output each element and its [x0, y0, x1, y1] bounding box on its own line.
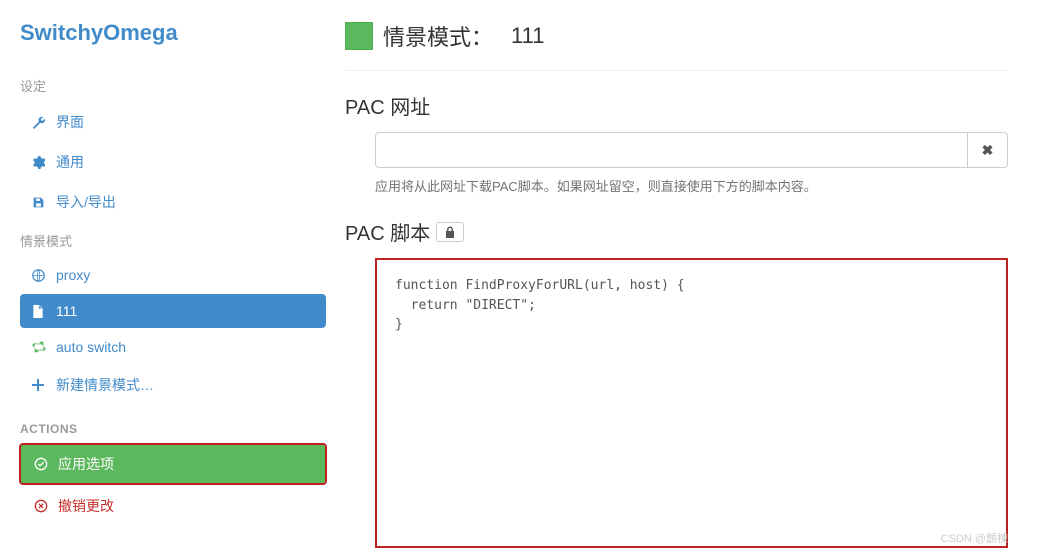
file-icon: [32, 305, 50, 318]
sidebar-item-general[interactable]: 通用: [20, 143, 326, 181]
pac-script-content: function FindProxyForURL(url, host) { re…: [395, 276, 988, 335]
watermark: CSDN @颤楝: [941, 530, 1008, 546]
pac-url-input[interactable]: [375, 132, 968, 168]
brand-title: SwitchyOmega: [20, 20, 330, 46]
globe-icon: [32, 269, 50, 282]
lock-icon: [445, 226, 455, 238]
check-circle-icon: [34, 457, 52, 471]
sidebar-item-import-export[interactable]: 导入/导出: [20, 183, 326, 221]
close-icon: ✖: [982, 142, 994, 159]
sidebar-item-label: proxy: [56, 267, 90, 283]
profiles-section-title: 情景模式: [20, 231, 330, 250]
cancel-circle-icon: [34, 499, 52, 513]
pac-url-help: 应用将从此网址下载PAC脚本。如果网址留空，则直接使用下方的脚本内容。: [375, 176, 1008, 195]
gear-icon: [32, 156, 50, 169]
sidebar-item-interface[interactable]: 界面: [20, 103, 326, 141]
sidebar-profile-proxy[interactable]: proxy: [20, 258, 326, 292]
settings-section-title: 设定: [20, 76, 330, 95]
clear-url-button[interactable]: ✖: [968, 132, 1008, 168]
pac-script-editor[interactable]: function FindProxyForURL(url, host) { re…: [375, 258, 1008, 548]
lock-badge[interactable]: [436, 222, 464, 242]
profile-header-label: 情景模式：: [383, 20, 493, 52]
sidebar-item-label: 导入/导出: [56, 192, 116, 212]
sidebar-item-label: 111: [56, 303, 77, 319]
actions-section-title: ACTIONS: [20, 422, 330, 436]
revert-button-label: 撤销更改: [58, 496, 114, 516]
sidebar-item-label: 界面: [56, 112, 84, 132]
pac-script-heading-text: PAC 脚本: [345, 217, 430, 246]
wrench-icon: [32, 116, 50, 129]
apply-button-label: 应用选项: [58, 454, 114, 474]
sidebar-item-label: 新建情景模式…: [56, 375, 154, 395]
save-icon: [32, 196, 50, 209]
pac-script-heading: PAC 脚本: [345, 217, 1008, 246]
plus-icon: [32, 379, 50, 391]
apply-button[interactable]: 应用选项: [20, 444, 326, 484]
profile-header: 情景模式： 111: [345, 20, 1008, 71]
sidebar-profile-111[interactable]: 111: [20, 294, 326, 328]
profile-name[interactable]: 111: [511, 23, 544, 49]
pac-url-heading: PAC 网址: [345, 91, 1008, 120]
profile-color-swatch[interactable]: [345, 22, 373, 50]
revert-button[interactable]: 撤销更改: [20, 486, 326, 526]
sidebar-item-label: auto switch: [56, 339, 126, 355]
sidebar-item-label: 通用: [56, 152, 84, 172]
retweet-icon: [32, 341, 50, 353]
sidebar-new-profile[interactable]: 新建情景模式…: [20, 366, 326, 404]
sidebar-profile-auto-switch[interactable]: auto switch: [20, 330, 326, 364]
